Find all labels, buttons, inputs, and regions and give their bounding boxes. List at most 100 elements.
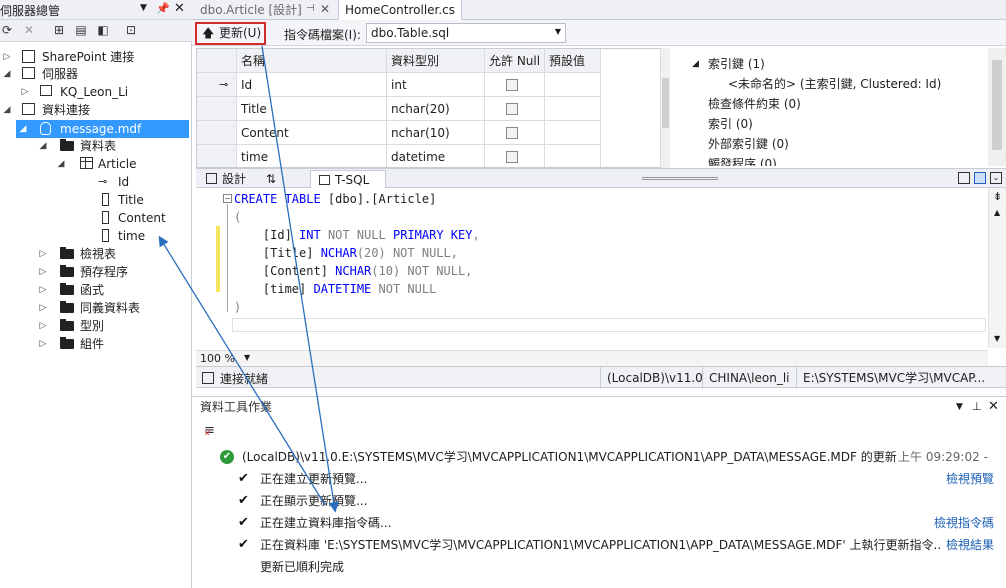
cell-default[interactable] (545, 73, 601, 97)
split-editor-icon[interactable]: ⇟ (993, 190, 1002, 203)
pin-icon[interactable]: ⊥ (972, 400, 982, 413)
prop-check-constraints[interactable]: 檢查條件約束 (0) (708, 94, 801, 114)
close-icon[interactable]: ✕ (320, 2, 330, 16)
collapse-arrow-icon[interactable]: ◢ (56, 155, 66, 173)
zoom-level[interactable]: 100 % (200, 352, 235, 365)
allow-null-checkbox[interactable] (506, 151, 518, 163)
row-selector[interactable]: ⊸ (197, 73, 237, 97)
cell-default[interactable] (545, 121, 601, 145)
tab-article-design[interactable]: dbo.Article [設計] (194, 0, 308, 20)
collapse-pane-icon[interactable]: ⌄ (990, 172, 1002, 184)
swap-panes-button[interactable]: ⇅ (266, 170, 276, 188)
close-icon[interactable]: ✕ (174, 1, 185, 16)
splitter-grip[interactable] (642, 177, 718, 180)
row-selector[interactable] (197, 145, 237, 167)
tree-item-servers[interactable]: ◢ 伺服器 (0, 65, 190, 83)
collapse-icon[interactable]: − (223, 194, 232, 203)
cell-name[interactable]: time (237, 145, 387, 167)
cell-type[interactable]: nchar(10) (387, 121, 485, 145)
row-selector[interactable] (197, 97, 237, 121)
cell-type[interactable]: nchar(20) (387, 97, 485, 121)
cell-default[interactable] (545, 145, 601, 167)
split-vertical-icon[interactable] (958, 172, 970, 184)
collapse-arrow-icon[interactable]: ◢ (2, 101, 12, 119)
tree-item-views[interactable]: ▷ 檢視表 (0, 245, 190, 263)
tree-item-column[interactable]: ⊸ Id (0, 173, 190, 191)
collapse-arrow-icon[interactable]: ◢ (2, 65, 12, 83)
pin-icon[interactable]: 📌 (156, 2, 170, 15)
scroll-up-icon[interactable]: ▲ (994, 208, 1000, 217)
tree-item-column[interactable]: Content (0, 209, 190, 227)
cell-default[interactable] (545, 97, 601, 121)
cell-type[interactable]: datetime (387, 145, 485, 167)
prop-triggers[interactable]: 觸發程序 (0) (708, 154, 777, 166)
close-icon[interactable]: ✕ (988, 399, 999, 414)
collapse-arrow-icon[interactable]: ◢ (18, 120, 28, 138)
expand-arrow-icon[interactable]: ▷ (38, 245, 48, 263)
tree-item-types[interactable]: ▷ 型別 (0, 317, 190, 335)
allow-null-checkbox[interactable] (506, 127, 518, 139)
split-horizontal-icon[interactable] (974, 172, 986, 184)
row-selector[interactable] (197, 121, 237, 145)
tree-item-table-article[interactable]: ◢ Article (0, 155, 190, 173)
stop-icon[interactable]: ✕ (22, 23, 36, 37)
tab-homecontroller[interactable]: HomeController.cs (338, 0, 463, 20)
collapse-arrow-icon[interactable]: ◢ (38, 137, 48, 155)
prop-key-item[interactable]: <未命名的> (主索引鍵, Clustered: Id) (728, 74, 941, 94)
pin-icon[interactable]: ⊣ (306, 3, 315, 14)
view-script-link[interactable]: 檢視指令碼 (934, 513, 994, 533)
dropdown-icon[interactable]: ▼ (140, 3, 147, 13)
tree-item-assemblies[interactable]: ▷ 組件 (0, 335, 190, 353)
scroll-down-icon[interactable]: ▼ (994, 334, 1000, 343)
tree-item-database[interactable]: ◢ message.mdf (16, 120, 189, 138)
tree-item-synonyms[interactable]: ▷ 同義資料表 (0, 299, 190, 317)
tree-item-sharepoint[interactable]: ▷ SharePoint 連接 (0, 48, 190, 66)
view-results-link[interactable]: 檢視結果 (946, 535, 994, 555)
scroll-thumb[interactable] (662, 78, 669, 128)
tree-item-column[interactable]: time (0, 227, 190, 245)
editor-scrollbar[interactable]: ⇟ ▲ ▼ (988, 188, 1006, 348)
tree-item-stored-procedures[interactable]: ▷ 預存程序 (0, 263, 190, 281)
dropdown-icon[interactable]: ▼ (956, 402, 963, 412)
allow-null-checkbox[interactable] (506, 103, 518, 115)
expand-arrow-icon[interactable]: ▷ (38, 317, 48, 335)
expand-arrow-icon[interactable]: ▷ (20, 83, 30, 101)
prop-foreign-keys[interactable]: 外部索引鍵 (0) (708, 134, 789, 154)
tree-item-server-node[interactable]: ▷ KQ_Leon_Li (0, 83, 190, 101)
view-preview-link[interactable]: 檢視預覽 (946, 469, 994, 489)
script-file-select[interactable]: dbo.Table.sql ▼ (366, 23, 566, 43)
allow-null-checkbox[interactable] (506, 79, 518, 91)
horizontal-scrollbar[interactable] (256, 353, 986, 364)
update-button[interactable]: 🡅 更新(U) (195, 22, 266, 45)
tree-item-column[interactable]: Title (0, 191, 190, 209)
tsql-editor[interactable]: − CREATE TABLE [dbo].[Article] ( [Id] IN… (196, 188, 1006, 348)
grid-scrollbar[interactable] (660, 48, 670, 168)
refresh-icon[interactable]: ⟳ (0, 23, 14, 37)
document-tabs: dbo.Article [設計] ⊣ ✕ HomeController.cs (192, 0, 1006, 20)
tree-item-tables[interactable]: ◢ 資料表 (0, 137, 190, 155)
cell-name[interactable]: Title (237, 97, 387, 121)
cell-name[interactable]: Content (237, 121, 387, 145)
connect-server-icon[interactable]: ▤ (74, 23, 88, 37)
expand-arrow-icon[interactable]: ▷ (2, 48, 12, 66)
scroll-thumb[interactable] (992, 60, 1002, 150)
expand-arrow-icon[interactable]: ▷ (38, 263, 48, 281)
folder-icon (60, 283, 74, 295)
prop-indexes[interactable]: 索引 (0) (708, 114, 753, 134)
collapse-arrow-icon[interactable]: ◢ (692, 54, 699, 74)
chevron-down-icon[interactable]: ▼ (244, 353, 250, 362)
expand-arrow-icon[interactable]: ▷ (38, 299, 48, 317)
properties-icon[interactable]: ⊡ (124, 23, 138, 37)
cell-type[interactable]: int (387, 73, 485, 97)
properties-scrollbar[interactable] (988, 48, 1006, 166)
tree-item-functions[interactable]: ▷ 函式 (0, 281, 190, 299)
tab-tsql[interactable]: T-SQL (310, 170, 386, 188)
cell-name[interactable]: Id (237, 73, 387, 97)
tree-item-data-connections[interactable]: ◢ 資料連接 (0, 101, 190, 119)
connect-sharepoint-icon[interactable]: ◧ (96, 23, 110, 37)
tab-design[interactable]: 設計 (204, 170, 246, 188)
expand-arrow-icon[interactable]: ▷ (38, 335, 48, 353)
connect-database-icon[interactable]: ⊞ (52, 23, 66, 37)
tab-label: HomeController.cs (345, 3, 456, 17)
expand-arrow-icon[interactable]: ▷ (38, 281, 48, 299)
